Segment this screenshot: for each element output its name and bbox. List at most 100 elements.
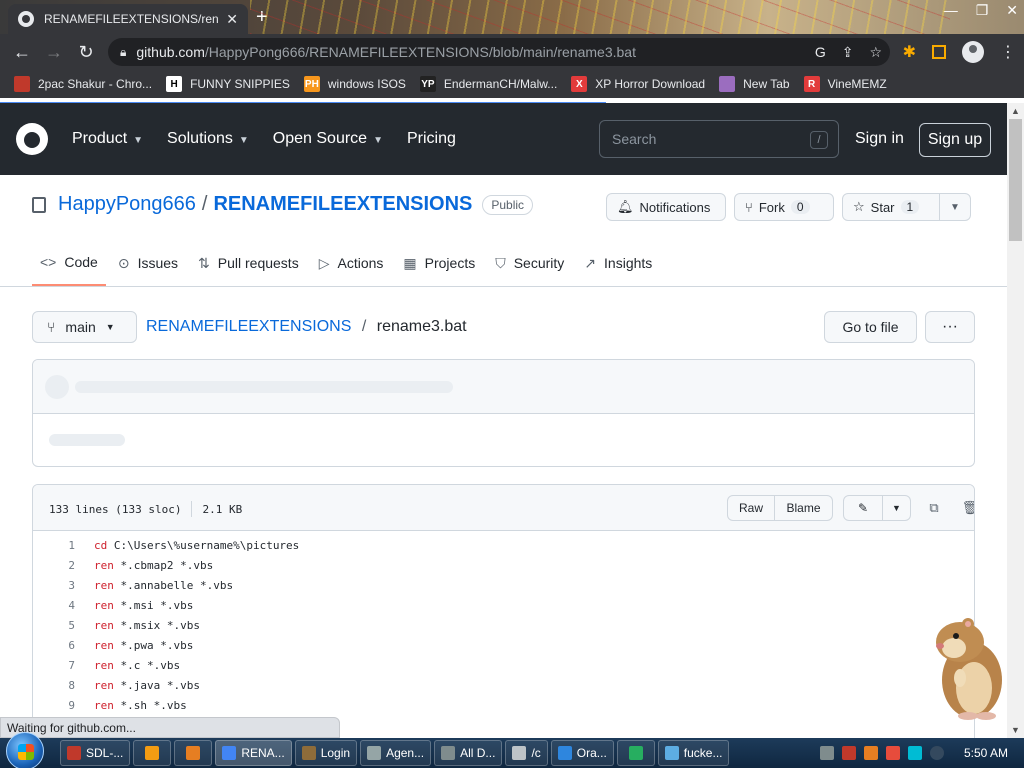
edit-pencil-icon[interactable]: ✎ [843, 495, 883, 521]
line-number[interactable]: 1 [33, 539, 75, 552]
nav-item-solutions[interactable]: Solutions ▼ [167, 130, 249, 148]
bookmark-item[interactable]: PH windows ISOS [303, 76, 406, 92]
tray-app-icon[interactable] [907, 746, 922, 760]
bookmark-favicon-icon: PH [303, 76, 320, 92]
taskbar-item-label: Login [320, 746, 351, 760]
tray-app-icon[interactable] [863, 746, 878, 760]
sign-in-link[interactable]: Sign in [855, 130, 904, 148]
forward-icon[interactable]: → [38, 42, 70, 63]
branch-select-button[interactable]: ⑂ main ▼ [32, 311, 137, 343]
tab-insights[interactable]: ↗ Insights [576, 248, 660, 278]
scroll-up-icon[interactable]: ▲ [1011, 106, 1020, 116]
tab-issues[interactable]: ⊙ Issues [110, 248, 186, 278]
line-number[interactable]: 3 [33, 579, 75, 592]
bookmark-item[interactable]: New Tab [719, 76, 790, 92]
sign-up-button[interactable]: Sign up [919, 123, 991, 157]
reload-icon[interactable]: ↻ [70, 42, 102, 63]
tab-security[interactable]: ⛉ Security [487, 248, 572, 278]
tab-label: Insights [604, 255, 653, 271]
security-icon: ⛉ [495, 254, 506, 271]
notifications-button[interactable]: 🔔︎ Notifications [606, 193, 726, 221]
copy-icon[interactable]: ⧉ [921, 495, 947, 521]
taskbar-item[interactable]: SDL-... [60, 740, 131, 766]
line-number[interactable]: 4 [33, 599, 75, 612]
profile-avatar-icon[interactable] [962, 41, 984, 63]
line-number[interactable]: 7 [33, 659, 75, 672]
scrollbar-thumb[interactable] [1009, 119, 1022, 241]
line-number[interactable]: 5 [33, 619, 75, 632]
taskbar-item[interactable]: /c [505, 740, 548, 766]
lock-icon[interactable]: 🔒︎ [120, 45, 126, 60]
line-number[interactable]: 9 [33, 699, 75, 712]
taskbar-app-icon [67, 746, 81, 760]
star-button[interactable]: ☆ Star 1 [842, 193, 940, 221]
bookmark-star-icon[interactable]: ☆ [869, 44, 882, 61]
browser-tab[interactable]: RENAMEFILEEXTENSIONS/renam ✕ [8, 4, 248, 34]
taskbar-item[interactable]: Agen... [360, 740, 432, 766]
tab-projects[interactable]: ▦ Projects [395, 248, 483, 278]
new-tab-icon[interactable]: + [256, 6, 268, 29]
bookmark-item[interactable]: 2pac Shakur - Chro... [14, 76, 152, 92]
chrome-menu-icon[interactable]: ⋮ [1000, 42, 1016, 62]
star-dropdown-button[interactable]: ▼ [940, 193, 971, 221]
more-options-button[interactable]: ··· [925, 311, 975, 343]
volume-icon[interactable] [929, 746, 944, 760]
extensions-icon[interactable]: ✱ [903, 42, 916, 62]
fork-button[interactable]: ⑂ Fork 0 [734, 193, 834, 221]
chevron-down-icon: ▼ [105, 322, 115, 332]
restore-icon[interactable]: ❐ [976, 2, 989, 19]
go-to-file-button[interactable]: Go to file [824, 311, 917, 343]
chevron-down-icon[interactable]: ▼ [883, 495, 911, 521]
bookmark-item[interactable]: X XP Horror Download [571, 76, 705, 92]
bookmark-item[interactable]: YP EndermanCH/Malw... [419, 76, 558, 92]
trash-icon[interactable]: 🗑︎ [957, 495, 974, 521]
tray-app-icon[interactable] [841, 746, 856, 760]
taskbar-item[interactable] [174, 740, 213, 766]
tray-app-icon[interactable] [885, 746, 900, 760]
side-panel-icon[interactable] [932, 45, 946, 59]
taskbar-item[interactable]: fucke... [657, 740, 730, 766]
github-logo-icon[interactable] [16, 123, 48, 155]
nav-item-pricing[interactable]: Pricing [407, 130, 456, 148]
bookmark-item[interactable]: R VineMEMZ [803, 76, 887, 92]
tab-actions[interactable]: ▷ Actions [311, 248, 392, 278]
taskbar-item[interactable]: Ora... [550, 740, 614, 766]
code-body: 1 cd C:\Users\%username%\pictures 2 ren *.c… [33, 531, 974, 715]
tray-app-icon[interactable] [819, 746, 834, 760]
nav-item-product[interactable]: Product ▼ [72, 130, 143, 148]
repo-owner-link[interactable]: HappyPong666 [58, 193, 196, 216]
bookmark-favicon-icon: R [803, 76, 820, 92]
start-button[interactable] [6, 732, 44, 768]
share-icon[interactable]: ⇪ [842, 44, 854, 61]
line-number[interactable]: 2 [33, 559, 75, 572]
nav-item-open-source[interactable]: Open Source ▼ [273, 130, 383, 148]
line-number[interactable]: 6 [33, 639, 75, 652]
close-window-icon[interactable]: ✕ [1006, 2, 1018, 19]
bookmark-item[interactable]: H FUNNY SNIPPIES [166, 76, 290, 92]
breadcrumb-repo-link[interactable]: RENAMEFILEEXTENSIONS [146, 318, 351, 335]
taskbar-item[interactable]: Login [294, 740, 358, 766]
clock[interactable]: 5:50 AM [964, 746, 1008, 760]
taskbar-item[interactable]: All D... [434, 740, 503, 766]
taskbar-item[interactable]: RENA... [215, 740, 292, 766]
search-input[interactable]: Search / [599, 120, 839, 158]
tab-code[interactable]: <> Code [32, 248, 106, 286]
minimize-icon[interactable]: — [944, 2, 958, 19]
bookmark-label: EndermanCH/Malw... [443, 77, 558, 91]
back-icon[interactable]: ← [6, 42, 38, 63]
close-tab-icon[interactable]: ✕ [226, 11, 238, 28]
line-number[interactable]: 8 [33, 679, 75, 692]
repo-name-link[interactable]: RENAMEFILEEXTENSIONS [213, 193, 472, 216]
raw-button[interactable]: Raw [727, 495, 775, 521]
google-icon[interactable]: G [815, 44, 826, 60]
taskbar-item[interactable] [133, 740, 172, 766]
code-text: *.pwa *.vbs [113, 638, 194, 652]
tab-pull-requests[interactable]: ⇅ Pull requests [190, 248, 307, 278]
scroll-down-icon[interactable]: ▼ [1011, 725, 1020, 735]
hamster-desktop-pet[interactable] [924, 612, 1010, 722]
code-line: 4 ren *.msi *.vbs [33, 595, 974, 615]
issues-icon: ⊙ [117, 254, 130, 271]
address-bar[interactable]: 🔒︎ github.com /HappyPong666/RENAMEFILEEX… [108, 38, 890, 66]
blame-button[interactable]: Blame [775, 495, 833, 521]
taskbar-item[interactable] [616, 740, 655, 766]
